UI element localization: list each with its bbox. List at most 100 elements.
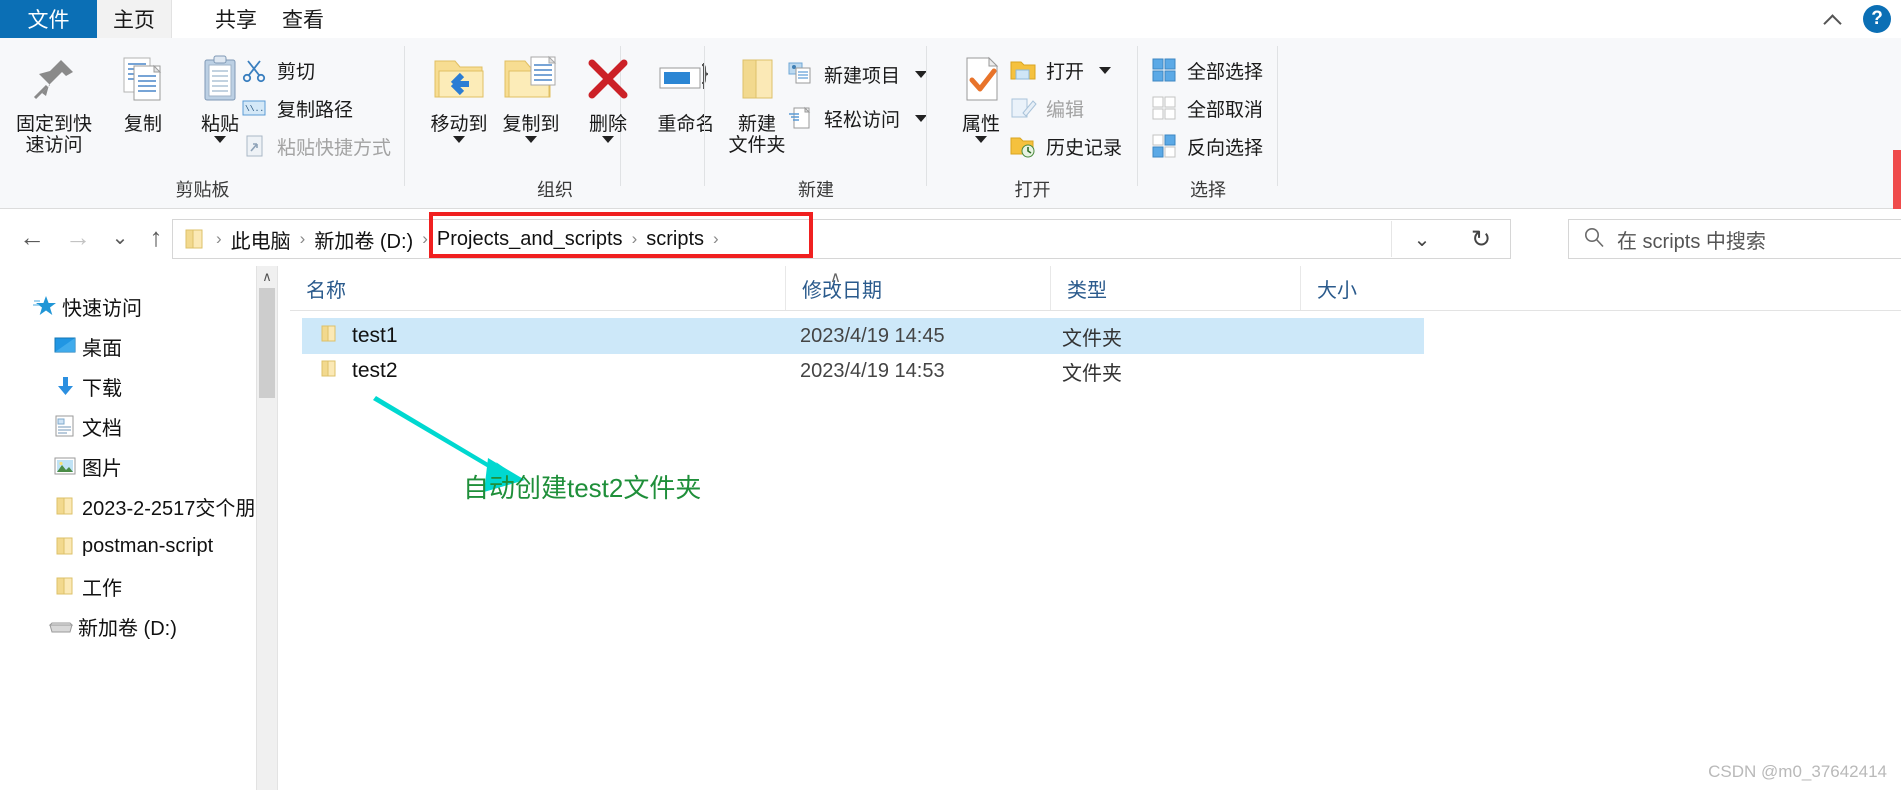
scroll-up-icon[interactable]: ∧ <box>257 266 277 288</box>
table-row[interactable]: test2 2023/4/19 14:53 文件夹 <box>302 353 1424 389</box>
select-none-button[interactable]: 全部取消 <box>1150 94 1263 122</box>
tab-home[interactable]: 主页 <box>97 0 172 38</box>
address-bar[interactable]: › 此电脑 › 新加卷 (D:) › Projects_and_scripts … <box>172 219 1454 259</box>
copy-path-icon: \\.. <box>240 94 268 122</box>
file-list-header: ∧ 名称 修改日期 类型 大小 <box>290 266 1901 311</box>
pin-label-line1: 固定到快 <box>15 114 92 135</box>
collapse-ribbon-icon[interactable] <box>1823 8 1845 30</box>
paste-icon <box>193 46 247 112</box>
new-folder-icon <box>731 46 783 112</box>
sidebar-item-folder-2023[interactable]: 2023-2-2517交个朋 <box>0 486 255 526</box>
sidebar-item-documents[interactable]: 文档 📌 <box>0 406 255 446</box>
search-placeholder: 在 scripts 中搜索 <box>1617 230 1766 253</box>
sidebar-item-desktop[interactable]: 桌面 📌 <box>0 326 255 366</box>
sidebar-label: 桌面 <box>82 337 122 360</box>
up-arrow-icon: ↑ <box>149 221 163 252</box>
file-name-cell: test2 <box>318 357 398 385</box>
history-button[interactable]: 历史记录 <box>1009 132 1122 160</box>
breadcrumb-item-projects-and-scripts[interactable]: Projects_and_scripts <box>433 228 627 251</box>
sidebar-item-work[interactable]: 工作 <box>0 566 255 606</box>
copy-to-caret[interactable] <box>525 136 537 144</box>
breadcrumb: › 此电脑 › 新加卷 (D:) › Projects_and_scripts … <box>173 220 724 258</box>
breadcrumb-item-this-pc[interactable]: 此电脑 <box>227 225 295 254</box>
crumb-separator: › <box>631 229 638 248</box>
chevron-down-icon: ⌄ <box>111 226 129 249</box>
open-group-label: 打开 <box>1014 180 1051 200</box>
select-all-label: 全部选择 <box>1187 61 1264 83</box>
new-item-button[interactable]: 新建项目 <box>787 60 928 88</box>
paste-dropdown-caret[interactable] <box>214 136 226 144</box>
crumb-separator: › <box>713 229 719 248</box>
file-name-cell: test1 <box>318 322 398 350</box>
easy-access-button[interactable]: 轻松访问 <box>787 104 928 132</box>
select-group-label: 选择 <box>1190 180 1226 200</box>
invert-selection-icon <box>1150 132 1178 160</box>
edit-icon <box>1009 94 1037 122</box>
file-modified-cell: 2023/4/19 14:45 <box>800 324 945 347</box>
breadcrumb-item-scripts[interactable]: scripts <box>642 228 708 251</box>
folder-icon <box>48 495 82 517</box>
up-button[interactable]: ↑ <box>136 219 176 255</box>
sidebar-item-downloads[interactable]: 下载 📌 <box>0 366 255 406</box>
column-header-type[interactable]: 类型 <box>1050 266 1300 310</box>
window-controls: ? <box>1823 0 1891 38</box>
easy-access-label: 轻松访问 <box>824 109 901 131</box>
back-button[interactable]: ← <box>12 219 52 255</box>
forward-button[interactable]: → <box>58 219 98 255</box>
tab-file[interactable]: 文件 <box>0 0 97 38</box>
address-bar-row: ← → ⌄ ↑ › 此电脑 › 新加卷 (D:) › Projects_and_… <box>0 209 1901 265</box>
tab-file-label: 文件 <box>27 9 70 32</box>
paste-shortcut-button: 粘贴快捷方式 <box>240 132 391 160</box>
address-dropdown-button[interactable]: ⌄ <box>1391 221 1452 257</box>
move-to-caret[interactable] <box>453 136 465 144</box>
open-caret[interactable] <box>1099 66 1112 74</box>
table-row[interactable]: test1 2023/4/19 14:45 文件夹 <box>302 318 1424 354</box>
sidebar-item-quick-access[interactable]: 快速访问 <box>0 286 255 326</box>
refresh-button[interactable]: ↻ <box>1452 219 1511 259</box>
copy-path-button[interactable]: \\.. 复制路径 <box>240 94 353 122</box>
help-icon[interactable]: ? <box>1863 5 1891 33</box>
breadcrumb-item-drive-d[interactable]: 新加卷 (D:) <box>310 225 417 254</box>
column-header-name[interactable]: 名称 <box>290 266 785 310</box>
sidebar-item-pictures[interactable]: 图片 📌 <box>0 446 255 486</box>
copy-icon <box>116 46 170 112</box>
ribbon-group-organize: 移动到 复制到 删除 重命名 组织 <box>405 38 715 208</box>
search-box[interactable]: 在 scripts 中搜索 <box>1568 219 1901 259</box>
pictures-icon <box>48 455 82 477</box>
recent-locations-button[interactable]: ⌄ <box>100 219 140 255</box>
column-header-size[interactable]: 大小 <box>1300 266 1540 310</box>
delete-caret[interactable] <box>602 136 614 144</box>
watermark: CSDN @m0_37642414 <box>1708 762 1887 781</box>
file-type-cell: 文件夹 <box>1062 362 1122 385</box>
column-header-modified[interactable]: 修改日期 <box>785 266 1050 310</box>
paste-label: 粘贴 <box>200 114 239 135</box>
star-icon <box>28 294 62 318</box>
sidebar-label: 下载 <box>82 377 122 400</box>
pane-splitter[interactable] <box>277 266 278 790</box>
cut-label: 剪切 <box>277 61 316 83</box>
open-button[interactable]: 打开 <box>1009 56 1112 84</box>
sidebar-label: 文档 <box>82 417 122 440</box>
properties-caret[interactable] <box>975 136 987 144</box>
select-all-icon <box>1150 56 1178 84</box>
sidebar-item-drive-d[interactable]: 新加卷 (D:) <box>0 606 255 646</box>
paste-shortcut-label: 粘贴快捷方式 <box>277 137 392 159</box>
sidebar-item-postman-script[interactable]: postman-script <box>0 526 255 566</box>
ribbon-group-clipboard: 固定到快 速访问 复制 粘贴 剪切 \\.. 复制路径 粘贴快捷方式 剪贴板 <box>0 38 405 208</box>
pin-to-quick-access-button[interactable]: 固定到快 速访问 <box>6 46 102 157</box>
tab-view[interactable]: 查看 <box>248 0 358 38</box>
delete-label: 删除 <box>588 114 627 135</box>
pin-icon <box>27 46 81 112</box>
new-item-icon <box>787 60 815 88</box>
cut-button[interactable]: 剪切 <box>240 56 315 84</box>
desktop-icon <box>48 335 82 357</box>
scrollbar-thumb[interactable] <box>259 288 275 398</box>
select-all-button[interactable]: 全部选择 <box>1150 56 1263 84</box>
forward-icon: → <box>65 221 91 252</box>
invert-selection-button[interactable]: 反向选择 <box>1150 132 1263 160</box>
file-name-label: test2 <box>352 359 398 382</box>
crumb-separator: › <box>299 229 306 248</box>
new-folder-line2: 文件夹 <box>728 135 786 157</box>
edit-label: 编辑 <box>1046 99 1085 121</box>
sidebar-scrollbar[interactable]: ∧ <box>256 266 277 790</box>
